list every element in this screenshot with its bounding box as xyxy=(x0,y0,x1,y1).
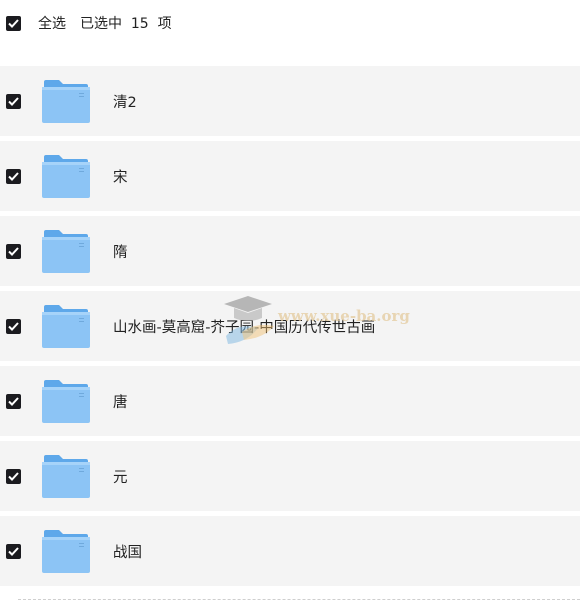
item-checkbox[interactable] xyxy=(6,318,21,334)
folder-name[interactable]: 宋 xyxy=(113,166,128,187)
list-item[interactable]: 战国 xyxy=(0,516,580,586)
checkmark-icon xyxy=(8,546,19,556)
list-item[interactable]: 唐 xyxy=(0,366,580,436)
folder-icon xyxy=(42,155,90,198)
folder-icon xyxy=(42,380,90,423)
list-item[interactable]: 山水画-莫高窟-芥子园-中国历代传世古画 xyxy=(0,291,580,361)
folder-name[interactable]: 元 xyxy=(113,466,128,487)
selection-header: 全选 已选中 15 项 xyxy=(0,0,580,46)
folder-icon xyxy=(42,230,90,273)
folder-icon xyxy=(42,455,90,498)
checkmark-icon xyxy=(8,96,19,106)
folder-name[interactable]: 战国 xyxy=(113,541,142,562)
checkmark-icon xyxy=(8,471,19,481)
folder-name[interactable]: 清2 xyxy=(113,91,137,112)
list-item[interactable]: 隋 xyxy=(0,216,580,286)
checkmark-icon xyxy=(8,171,19,181)
folder-name[interactable]: 山水画-莫高窟-芥子园-中国历代传世古画 xyxy=(113,316,375,337)
folder-list: 清2 宋 隋 山水画-莫高窟-芥子园-中国历代传世古画 唐 元 战国 xyxy=(0,0,580,603)
folder-name[interactable]: 唐 xyxy=(113,391,128,412)
folder-icon xyxy=(42,305,90,348)
folder-icon xyxy=(42,80,90,123)
item-checkbox[interactable] xyxy=(6,468,21,484)
checkmark-icon xyxy=(8,396,19,406)
selected-count-text: 已选中 15 项 xyxy=(80,16,172,32)
item-checkbox[interactable] xyxy=(6,543,21,559)
list-item[interactable]: 元 xyxy=(0,441,580,511)
item-checkbox[interactable] xyxy=(6,168,21,184)
item-checkbox[interactable] xyxy=(6,93,21,109)
select-all-label[interactable]: 全选 xyxy=(38,13,66,33)
folder-icon xyxy=(42,530,90,573)
list-item[interactable]: 清2 xyxy=(0,66,580,136)
checkmark-icon xyxy=(8,321,19,331)
item-checkbox[interactable] xyxy=(6,243,21,259)
select-all-checkbox[interactable] xyxy=(6,15,21,31)
item-checkbox[interactable] xyxy=(6,393,21,409)
checkmark-icon xyxy=(8,18,19,28)
checkmark-icon xyxy=(8,246,19,256)
list-item[interactable]: 宋 xyxy=(0,141,580,211)
folder-name[interactable]: 隋 xyxy=(113,241,128,262)
